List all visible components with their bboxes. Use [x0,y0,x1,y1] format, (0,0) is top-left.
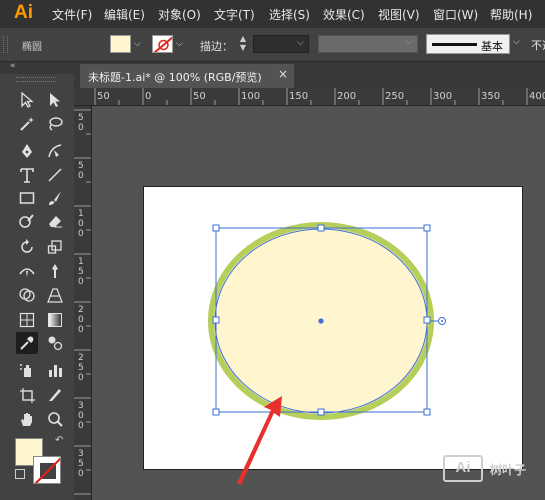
watermark: Ai 树叶子 [440,453,545,493]
resize-handle[interactable] [212,224,220,232]
resize-handle[interactable] [212,408,220,416]
resize-handle[interactable] [317,408,325,416]
center-point[interactable] [318,318,324,324]
watermark-logo: Ai [443,455,483,482]
resize-handle[interactable] [423,224,431,232]
resize-handle[interactable] [317,224,325,232]
annotation-arrow [237,396,282,485]
resize-handle[interactable] [212,316,220,324]
resize-handle[interactable] [423,408,431,416]
watermark-text: 树叶子 [490,463,527,477]
pie-widget-dot [441,320,443,322]
artwork-layer [208,222,446,485]
resize-handle[interactable] [423,316,431,324]
